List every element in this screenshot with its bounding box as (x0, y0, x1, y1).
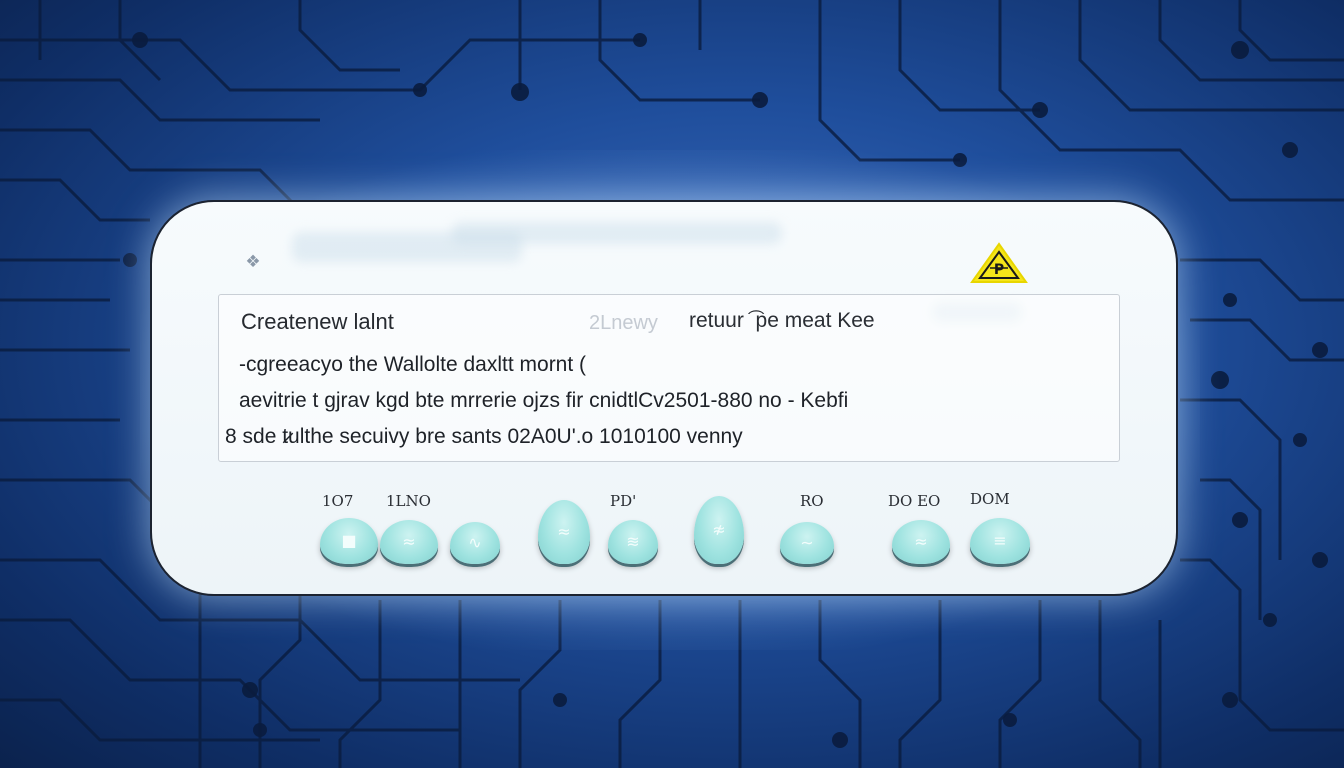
key-glyph: ≉ (712, 520, 726, 539)
key-glyph: ∿ (468, 533, 482, 552)
key-label: RO (800, 492, 824, 510)
key-glyph: ∼ (800, 533, 814, 552)
key-glyph: ≡ (993, 531, 1007, 550)
seed-key-row: 1O7 1LNO PD' RO DO EO DOM ■ ≈ ∿ ≈ ≋ ≉ ∼ … (152, 202, 1176, 594)
seed-key-button[interactable]: ≡ (970, 518, 1030, 564)
key-glyph: ≈ (402, 532, 416, 551)
key-glyph: ■ (341, 531, 357, 550)
seed-key-button[interactable]: ≈ (538, 500, 590, 564)
seed-key-button[interactable]: ■ (320, 518, 378, 564)
key-label: DO EO (888, 492, 941, 510)
key-glyph: ≈ (914, 532, 928, 551)
key-glyph: ≈ (557, 522, 571, 541)
key-glyph: ≋ (626, 532, 640, 551)
key-label: 1O7 (322, 492, 354, 510)
key-label: PD' (610, 492, 637, 510)
seed-key-button[interactable]: ≈ (380, 520, 438, 564)
seed-key-button[interactable]: ∿ (450, 522, 500, 564)
seed-key-button[interactable]: ∼ (780, 522, 834, 564)
key-label: DOM (970, 490, 1010, 508)
create-wallet-dialog: ❖ P Createnew lalnt 2Lnewy retuur ͡ pe m… (150, 200, 1178, 596)
seed-key-button[interactable]: ≈ (892, 520, 950, 564)
key-label: 1LNO (386, 492, 431, 510)
seed-key-button[interactable]: ≉ (694, 496, 744, 564)
seed-key-button[interactable]: ≋ (608, 520, 658, 564)
